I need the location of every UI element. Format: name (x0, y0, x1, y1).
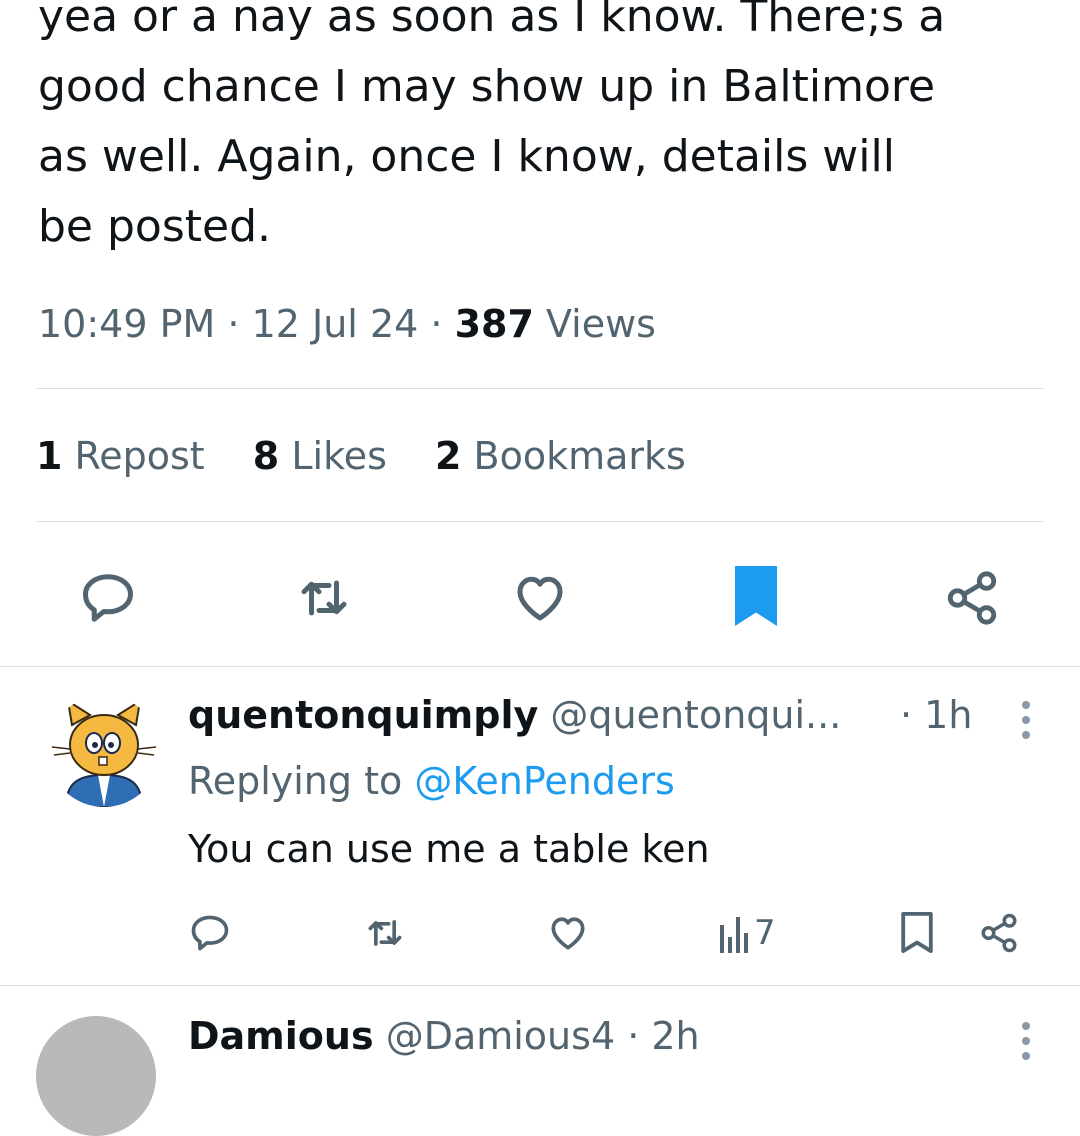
views-count: 387 (454, 302, 534, 346)
bookmarks-label: Bookmarks (473, 434, 686, 478)
bookmark-filled-icon (735, 566, 777, 626)
bookmarks-count: 2 (435, 434, 462, 478)
likes-count: 8 (252, 434, 280, 478)
reposts-count: 1 (36, 434, 63, 478)
reply-header: Damious @Damious4 · 2h (188, 1014, 700, 1058)
reply-author-handle[interactable]: @quentonqui... (550, 693, 841, 737)
bookmarks-stat[interactable]: 2 Bookmarks (435, 434, 686, 478)
share-icon (981, 913, 1017, 953)
views-label: Views (546, 302, 656, 346)
reply-like-button[interactable] (546, 911, 590, 955)
avatar[interactable] (48, 695, 160, 807)
tweet-text: yea or a nay as soon as I know. There;s … (38, 0, 1048, 262)
repost-icon (301, 580, 347, 616)
reply-icon (83, 574, 133, 622)
reply-reply-button[interactable] (188, 911, 232, 955)
meta-separator: · (430, 302, 443, 346)
avatar[interactable] (36, 1016, 156, 1136)
analytics-icon (720, 917, 748, 953)
meta-separator: · (227, 302, 240, 346)
replying-to-prefix: Replying to (188, 759, 403, 803)
share-button[interactable] (940, 566, 1004, 630)
tweet-time[interactable]: 10:49 PM (38, 302, 215, 346)
tweet-text-line: be posted. (38, 201, 271, 252)
tweet-meta: 10:49 PM · 12 Jul 24 · 387 Views (38, 302, 656, 346)
reply-views-count: 7 (754, 913, 776, 953)
replying-to: Replying to @KenPenders (188, 759, 675, 803)
kebab-dot (1022, 701, 1030, 709)
bookmark-icon (901, 911, 933, 953)
repost-button[interactable] (288, 566, 360, 630)
reposts-label: Repost (74, 434, 205, 478)
replying-to-link[interactable]: @KenPenders (414, 759, 674, 803)
reply-icon (191, 915, 229, 951)
like-icon (551, 917, 585, 950)
tweet-stats: 1 Repost 8 Likes 2 Bookmarks (36, 434, 722, 478)
bookmark-button[interactable] (728, 564, 784, 628)
divider (36, 521, 1044, 522)
more-options-button[interactable] (1022, 1022, 1032, 1067)
kebab-dot (1022, 731, 1030, 739)
tweet-text-line: as well. Again, once I know, details wil… (38, 131, 895, 182)
reply-body: You can use me a table ken (188, 827, 710, 871)
kebab-dot (1022, 1037, 1030, 1045)
like-button[interactable] (508, 566, 572, 630)
divider (36, 388, 1044, 389)
reposts-stat[interactable]: 1 Repost (36, 434, 205, 478)
like-icon (517, 576, 563, 621)
share-icon (947, 571, 997, 625)
kebab-dot (1022, 1052, 1030, 1060)
reply-author-name[interactable]: quentonquimply (188, 693, 538, 737)
repost-icon (368, 920, 402, 946)
kebab-dot (1022, 716, 1030, 724)
reply-tweet[interactable]: quentonquimply @quentonqui... · 1h Reply… (0, 667, 1080, 985)
reply-views-button[interactable]: 7 (718, 911, 776, 955)
reply-bookmark-button[interactable] (900, 911, 934, 955)
kebab-dot (1022, 1022, 1030, 1030)
reply-tweet[interactable]: Damious @Damious4 · 2h (0, 986, 1080, 1136)
reply-author-handle[interactable]: @Damious4 (386, 1014, 615, 1058)
likes-stat[interactable]: 8 Likes (253, 434, 387, 478)
reply-time[interactable]: · 2h (627, 1014, 699, 1058)
reply-header: quentonquimply @quentonqui... (188, 693, 841, 737)
reply-author-name[interactable]: Damious (188, 1014, 374, 1058)
reply-time[interactable]: · 1h (900, 693, 972, 737)
tweet-text-line: good chance I may show up in Baltimore (38, 61, 936, 112)
tweet-text-line: yea or a nay as soon as I know. There;s … (38, 0, 946, 42)
reply-share-button[interactable] (978, 911, 1020, 955)
more-options-button[interactable] (1022, 701, 1032, 746)
avatar-cat-icon (51, 698, 157, 807)
reply-button[interactable] (76, 566, 140, 630)
likes-label: Likes (291, 434, 387, 478)
reply-repost-button[interactable] (360, 911, 410, 955)
tweet-date[interactable]: 12 Jul 24 (252, 302, 419, 346)
